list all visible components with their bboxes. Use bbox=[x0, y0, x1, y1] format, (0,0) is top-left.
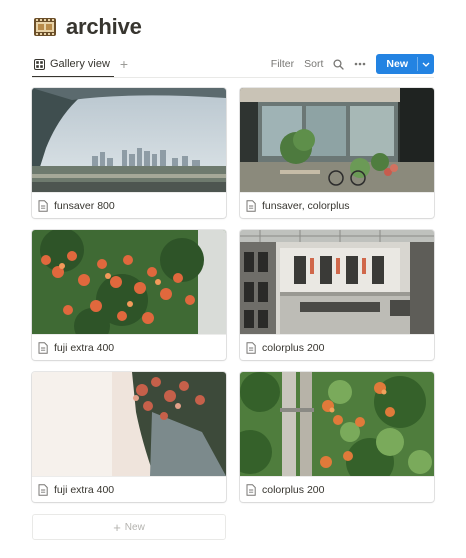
card-cover-image bbox=[32, 88, 226, 192]
page-icon bbox=[38, 199, 48, 212]
card-caption: colorplus 200 bbox=[240, 334, 434, 360]
card-title: colorplus 200 bbox=[262, 341, 325, 354]
new-button-group: New bbox=[376, 54, 434, 74]
tab-label: Gallery view bbox=[50, 58, 110, 70]
page-icon bbox=[246, 483, 256, 496]
gallery-card[interactable]: funsaver, colorplus bbox=[240, 88, 434, 218]
new-card-button[interactable]: + New bbox=[32, 514, 226, 540]
page-icon bbox=[38, 483, 48, 496]
card-title: funsaver 800 bbox=[54, 199, 115, 212]
card-caption: funsaver, colorplus bbox=[240, 192, 434, 218]
card-cover-image bbox=[240, 230, 434, 334]
gallery-card[interactable]: colorplus 200 bbox=[240, 372, 434, 502]
toolbar-divider bbox=[32, 77, 434, 78]
gallery-icon bbox=[34, 58, 45, 70]
card-caption: fuji extra 400 bbox=[32, 476, 226, 502]
plus-icon: + bbox=[113, 519, 121, 535]
more-icon[interactable] bbox=[354, 62, 366, 66]
card-caption: funsaver 800 bbox=[32, 192, 226, 218]
card-caption: fuji extra 400 bbox=[32, 334, 226, 360]
card-title: fuji extra 400 bbox=[54, 483, 115, 496]
card-cover-image bbox=[32, 372, 226, 476]
add-view-button[interactable]: + bbox=[120, 57, 128, 71]
card-caption: colorplus 200 bbox=[240, 476, 434, 502]
page-icon bbox=[246, 199, 256, 212]
page-icon bbox=[38, 341, 48, 354]
card-title: colorplus 200 bbox=[262, 483, 325, 496]
card-title: fuji extra 400 bbox=[54, 341, 115, 354]
new-button[interactable]: New bbox=[376, 54, 417, 74]
database-toolbar: Gallery view + Filter Sort New bbox=[32, 52, 434, 78]
card-title: funsaver, colorplus bbox=[262, 199, 350, 212]
sort-button[interactable]: Sort bbox=[304, 58, 323, 70]
gallery-card[interactable]: funsaver 800 bbox=[32, 88, 226, 218]
film-icon[interactable] bbox=[32, 14, 58, 40]
search-icon[interactable] bbox=[333, 58, 345, 70]
card-cover-image bbox=[240, 88, 434, 192]
gallery-card[interactable]: fuji extra 400 bbox=[32, 230, 226, 360]
filter-button[interactable]: Filter bbox=[271, 58, 294, 70]
card-cover-image bbox=[32, 230, 226, 334]
gallery-card[interactable]: fuji extra 400 bbox=[32, 372, 226, 502]
card-cover-image bbox=[240, 372, 434, 476]
page-header: archive bbox=[32, 14, 142, 40]
tab-gallery-view[interactable]: Gallery view bbox=[32, 52, 114, 78]
new-card-label: New bbox=[124, 521, 145, 533]
page-icon bbox=[246, 341, 256, 354]
gallery-card[interactable]: colorplus 200 bbox=[240, 230, 434, 360]
page-title: archive bbox=[66, 14, 142, 39]
chevron-down-icon[interactable] bbox=[418, 54, 434, 74]
